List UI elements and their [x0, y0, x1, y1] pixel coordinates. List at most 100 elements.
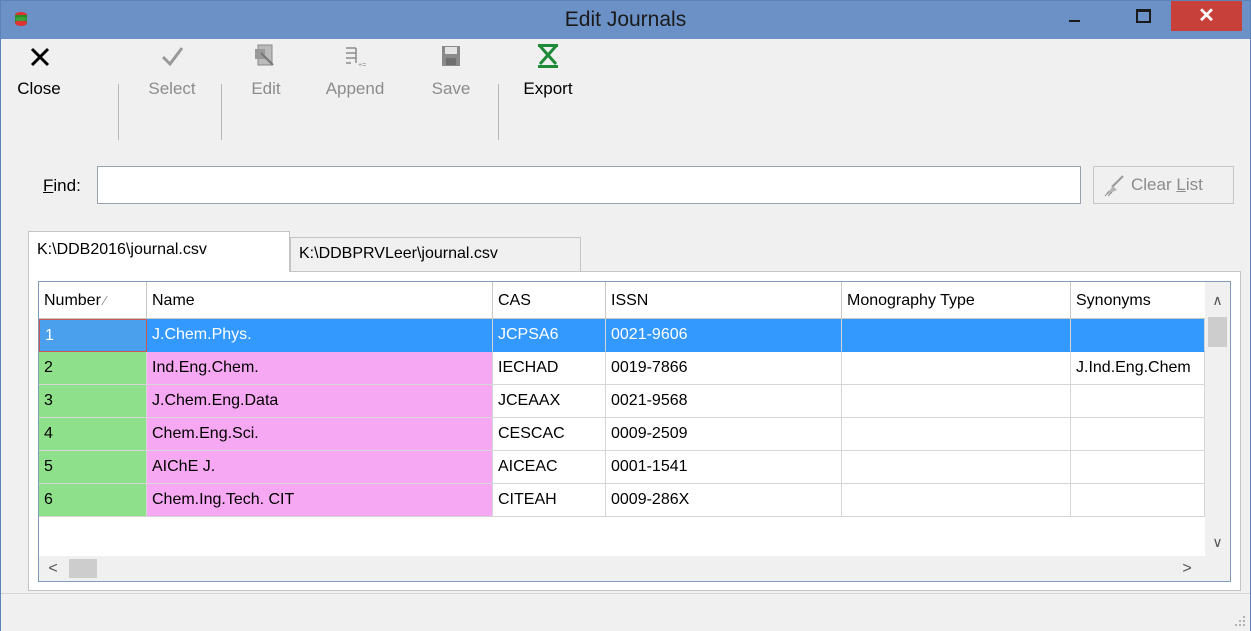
edit-document-icon: [255, 44, 274, 66]
vertical-scrollbar[interactable]: ∧ ∨: [1205, 282, 1230, 556]
cell-name[interactable]: J.Chem.Phys.: [147, 319, 493, 352]
cell-cas[interactable]: JCEAAX: [493, 385, 606, 418]
cell-number[interactable]: 4: [39, 418, 147, 451]
scroll-right-arrow-icon[interactable]: >: [1177, 556, 1197, 581]
cell-cas[interactable]: CITEAH: [493, 484, 606, 517]
column-header-cas[interactable]: CAS: [493, 282, 606, 319]
cell-name[interactable]: Chem.Eng.Sci.: [147, 418, 493, 451]
maximize-button[interactable]: [1125, 1, 1159, 31]
cell-synonyms[interactable]: [1071, 484, 1205, 517]
column-header-issn[interactable]: ISSN: [606, 282, 842, 319]
column-header-number[interactable]: Number ∕: [39, 282, 147, 319]
cell-number[interactable]: 3: [39, 385, 147, 418]
horizontal-scrollbar[interactable]: < >: [39, 556, 1205, 581]
export-button-label: Export: [523, 79, 573, 98]
cell-name[interactable]: J.Chem.Eng.Data: [147, 385, 493, 418]
clear-list-label-rest: ist: [1185, 175, 1203, 194]
scroll-left-arrow-icon[interactable]: <: [43, 556, 63, 581]
cell-monography-type[interactable]: [842, 319, 1071, 352]
clear-list-label-accelerator: L: [1176, 175, 1186, 194]
scroll-up-arrow-icon[interactable]: ∧: [1205, 290, 1230, 310]
cell-cas[interactable]: IECHAD: [493, 352, 606, 385]
grid-header: Number ∕ Name CAS ISSN Monography Type Sy…: [39, 282, 1205, 319]
cell-issn[interactable]: 0019-7866: [606, 352, 842, 385]
cell-name[interactable]: AIChE J.: [147, 451, 493, 484]
close-button[interactable]: Close: [9, 1, 69, 106]
table-row[interactable]: 4 Chem.Eng.Sci. CESCAC 0009-2509: [39, 418, 1205, 451]
column-header-name[interactable]: Name: [147, 282, 493, 319]
clear-list-label-prefix: Clear: [1131, 175, 1177, 194]
broom-icon: [1104, 175, 1124, 197]
cell-monography-type[interactable]: [842, 385, 1071, 418]
column-header-monography-type[interactable]: Monography Type: [842, 282, 1071, 319]
table-row[interactable]: 3 J.Chem.Eng.Data JCEAAX 0021-9568: [39, 385, 1205, 418]
clear-list-label: Clear List: [1131, 167, 1203, 203]
table-row[interactable]: 1 J.Chem.Phys. JCPSA6 0021-9606: [39, 319, 1205, 352]
toolbar-separator: [118, 84, 119, 140]
toolbar-separator: [498, 84, 499, 140]
cell-monography-type[interactable]: [842, 484, 1071, 517]
table-row[interactable]: 5 AIChE J. AICEAC 0001-1541: [39, 451, 1205, 484]
column-header-synonyms[interactable]: Synonyms: [1071, 282, 1205, 319]
status-bar: [1, 593, 1250, 631]
find-input[interactable]: [97, 166, 1081, 204]
cell-number[interactable]: 1: [39, 319, 147, 352]
clear-list-button[interactable]: Clear List: [1093, 166, 1234, 204]
tab-ddbprvleer-journal[interactable]: K:\DDBPRVLeer\journal.csv: [290, 237, 581, 271]
column-header-label: Number: [44, 292, 101, 309]
excel-export-icon: [538, 44, 558, 68]
save-button-label: Save: [431, 79, 471, 98]
cell-issn[interactable]: 0021-9606: [606, 319, 842, 352]
scrollbar-corner: [1205, 556, 1230, 581]
cell-monography-type[interactable]: [842, 352, 1071, 385]
table-row[interactable]: 2 Ind.Eng.Chem. IECHAD 0019-7866 J.Ind.E…: [39, 352, 1205, 385]
cell-synonyms[interactable]: [1071, 385, 1205, 418]
edit-button[interactable]: Edit: [236, 1, 296, 106]
cell-synonyms[interactable]: [1071, 319, 1205, 352]
edit-button-label: Edit: [251, 79, 281, 98]
find-label-accelerator: F: [43, 176, 54, 195]
cell-issn[interactable]: 0009-2509: [606, 418, 842, 451]
floppy-disk-icon: [442, 46, 460, 66]
cell-cas[interactable]: JCPSA6: [493, 319, 606, 352]
tab-ddb2016-journal[interactable]: K:\DDB2016\journal.csv: [28, 231, 290, 272]
cell-synonyms[interactable]: J.Ind.Eng.Chem: [1071, 352, 1205, 385]
select-button[interactable]: Select: [142, 1, 202, 106]
cell-monography-type[interactable]: [842, 451, 1071, 484]
toolbar-separator: [221, 84, 222, 140]
cell-cas[interactable]: AICEAC: [493, 451, 606, 484]
cell-synonyms[interactable]: [1071, 451, 1205, 484]
maximize-icon: [1136, 9, 1151, 23]
horizontal-scroll-thumb[interactable]: [69, 559, 97, 578]
scroll-down-arrow-icon[interactable]: ∨: [1205, 532, 1230, 552]
grid-rows: 1 J.Chem.Phys. JCPSA6 0021-9606 2 Ind.En…: [39, 319, 1205, 517]
journals-grid[interactable]: Number ∕ Name CAS ISSN Monography Type Sy…: [38, 281, 1231, 582]
cell-monography-type[interactable]: [842, 418, 1071, 451]
cell-number[interactable]: 5: [39, 451, 147, 484]
cell-issn[interactable]: 0021-9568: [606, 385, 842, 418]
close-icon: ✕: [1198, 5, 1215, 27]
find-label: Find:: [43, 176, 81, 196]
append-button[interactable]: += Append: [325, 1, 385, 106]
vertical-scroll-thumb[interactable]: [1208, 317, 1227, 347]
sort-ascending-icon: ∕: [103, 293, 107, 308]
minimize-button[interactable]: [1057, 1, 1091, 31]
minimize-icon: [1069, 20, 1080, 22]
table-row[interactable]: 6 Chem.Ing.Tech. CIT CITEAH 0009-286X: [39, 484, 1205, 517]
cell-issn[interactable]: 0009-286X: [606, 484, 842, 517]
append-button-label: Append: [325, 79, 385, 98]
export-button[interactable]: Export: [518, 1, 578, 106]
cell-number[interactable]: 6: [39, 484, 147, 517]
cell-number[interactable]: 2: [39, 352, 147, 385]
cell-synonyms[interactable]: [1071, 418, 1205, 451]
resize-grip-icon[interactable]: [1234, 615, 1246, 627]
cell-cas[interactable]: CESCAC: [493, 418, 606, 451]
find-label-rest: ind:: [53, 176, 81, 195]
edit-journals-window: Edit Journals ✕ Close Select Edit += App…: [0, 0, 1251, 631]
cell-issn[interactable]: 0001-1541: [606, 451, 842, 484]
cell-name[interactable]: Chem.Ing.Tech. CIT: [147, 484, 493, 517]
cell-name[interactable]: Ind.Eng.Chem.: [147, 352, 493, 385]
save-button[interactable]: Save: [421, 1, 481, 106]
close-button-label: Close: [17, 79, 61, 98]
window-close-button[interactable]: ✕: [1171, 1, 1242, 31]
